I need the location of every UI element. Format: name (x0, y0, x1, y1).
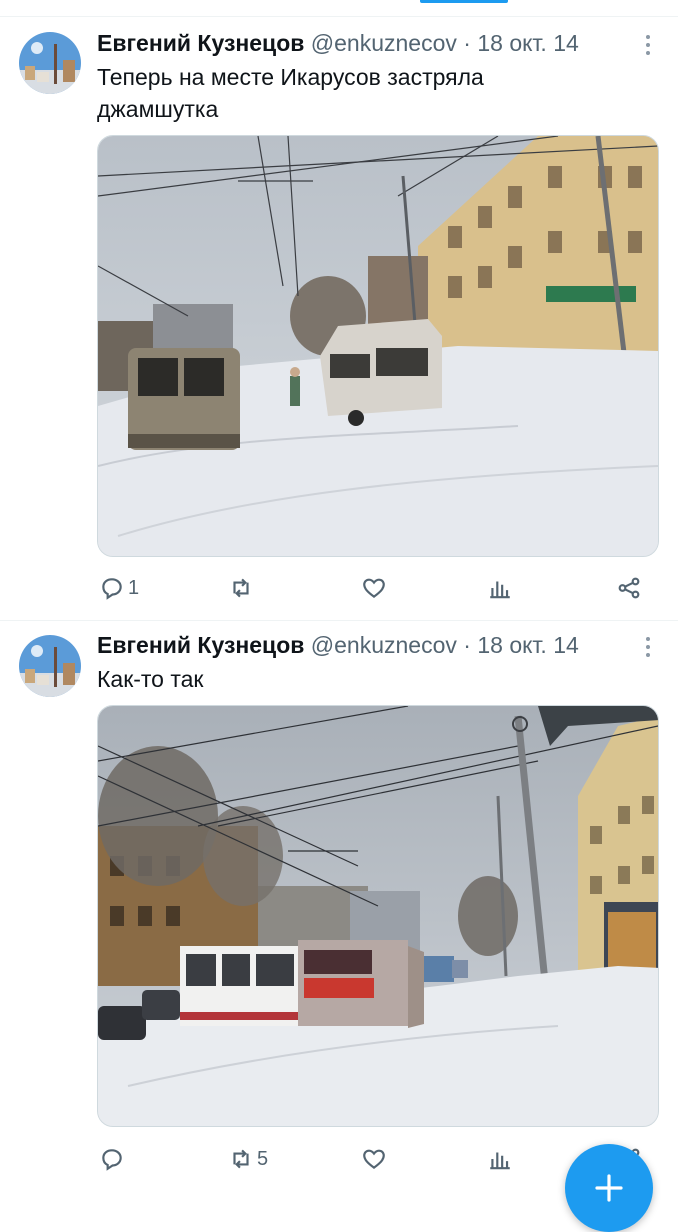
share-icon (618, 577, 640, 599)
tweet-header: Евгений Кузнецов @enkuznecov · 18 окт. 1… (97, 631, 642, 661)
reply-count: 1 (128, 576, 140, 599)
heart-icon (363, 578, 385, 599)
tweet-header: Евгений Кузнецов @enkuznecov · 18 окт. 1… (97, 29, 642, 59)
tweet-actions: 1 (97, 568, 657, 608)
tweet[interactable]: Евгений Кузнецов @enkuznecov · 18 окт. 1… (0, 621, 678, 1200)
tweet-text-line: джамшутка (97, 96, 219, 122)
tweet-text-line: Как-то так (97, 666, 204, 692)
tweet-date[interactable]: 18 окт. 14 (477, 30, 578, 56)
compose-button[interactable] (565, 1144, 653, 1232)
avatar[interactable] (19, 32, 81, 94)
compose-plus-icon (595, 1174, 623, 1202)
more-icon[interactable] (645, 637, 651, 659)
retweet-icon (233, 578, 249, 598)
like-button[interactable] (361, 1139, 390, 1179)
tab-active-indicator (420, 0, 508, 3)
analytics-button[interactable] (487, 568, 513, 608)
analytics-icon (490, 581, 510, 599)
share-button[interactable] (616, 568, 642, 608)
heart-icon (363, 1149, 385, 1170)
tweet-photo[interactable] (97, 135, 659, 557)
analytics-button[interactable] (487, 1139, 513, 1179)
reply-icon (102, 578, 122, 600)
retweet-icon (233, 1149, 249, 1169)
like-button[interactable] (361, 568, 390, 608)
tweet-text-line: Теперь на месте Икарусов застряла (97, 64, 484, 90)
separator-dot: · (463, 30, 471, 56)
reply-button[interactable] (99, 1139, 128, 1179)
tweet-photo[interactable] (97, 705, 659, 1127)
analytics-icon (490, 1152, 510, 1170)
author-name[interactable]: Евгений Кузнецов (97, 632, 304, 658)
author-handle[interactable]: @enkuznecov (311, 30, 457, 56)
avatar[interactable] (19, 635, 81, 697)
reply-icon (102, 1149, 122, 1171)
more-icon[interactable] (645, 35, 651, 57)
separator-dot: · (463, 632, 471, 658)
retweet-button[interactable]: 5 (228, 1139, 268, 1179)
tweet[interactable]: Евгений Кузнецов @enkuznecov · 18 окт. 1… (0, 17, 678, 621)
tweet-text: Теперь на месте Икарусов застряла джамшу… (97, 61, 637, 125)
retweet-count: 5 (257, 1147, 269, 1170)
reply-button[interactable]: 1 (99, 568, 139, 608)
author-name[interactable]: Евгений Кузнецов (97, 30, 304, 56)
author-handle[interactable]: @enkuznecov (311, 632, 457, 658)
retweet-button[interactable] (228, 568, 257, 608)
tweet-date[interactable]: 18 окт. 14 (477, 632, 578, 658)
tweet-text: Как-то так (97, 663, 637, 695)
